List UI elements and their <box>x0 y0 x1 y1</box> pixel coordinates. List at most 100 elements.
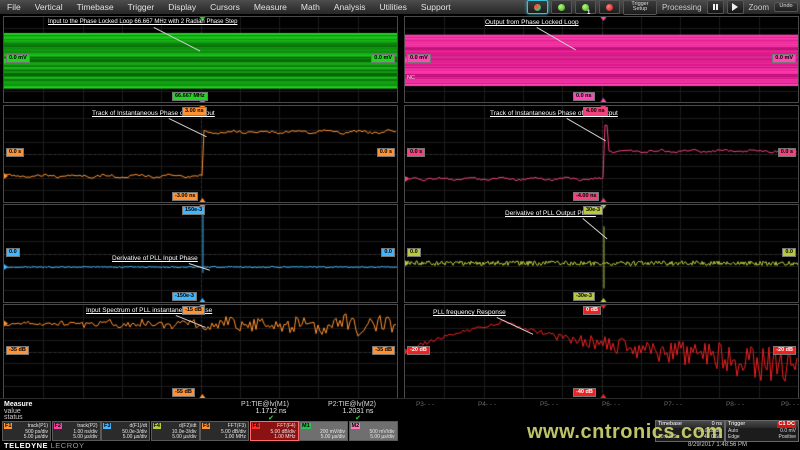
cursors-tool-icon[interactable] <box>527 0 548 14</box>
annotation-frequency-response: PLL frequency Response <box>433 309 506 316</box>
menu-items: FileVerticalTimebaseTriggerDisplayCursor… <box>0 2 458 12</box>
trace-tag-F4: F4 <box>153 423 161 429</box>
panel-derivative-output[interactable]: Derivative of PLL Output Phase 30e-3 -30… <box>404 204 799 303</box>
value-tag: 30e-3 <box>583 206 603 215</box>
red-tool-icon <box>606 4 613 11</box>
value-tag: 0.0 mV <box>6 54 30 63</box>
value-tag: -15 dB <box>182 306 205 315</box>
watermark: www.cntronics.com <box>527 421 724 444</box>
trace-scale-h: 1.00 MHz <box>274 434 295 440</box>
value-tag: -55 dB <box>172 388 195 397</box>
measure-param-3[interactable]: P3- - - <box>416 401 434 408</box>
menu-vertical[interactable]: Vertical <box>28 2 70 12</box>
play-button[interactable] <box>727 0 744 14</box>
descriptor-F4[interactable]: F4d(F2)/dt10.0e-3/div5.00 µs/div <box>151 421 200 441</box>
zoom-label: Zoom <box>747 3 771 12</box>
green-tool-icon <box>558 4 565 11</box>
menu-timebase[interactable]: Timebase <box>70 2 121 12</box>
waveform-canvas-pll-output[interactable] <box>405 17 798 102</box>
descriptor-F3[interactable]: F3d(F1)/dt50.0e-3/div5.00 µs/div <box>101 421 150 441</box>
trace-tag-F1: F1 <box>4 423 12 429</box>
menu-display[interactable]: Display <box>161 2 203 12</box>
descriptor-F5[interactable]: F5FFT(F3)5.00 dB/div1.00 MHz <box>200 421 249 441</box>
value-tag: 0.0 ns <box>573 92 595 101</box>
panel-input-spectrum[interactable]: Input Spectrum of PLL instantaneous phas… <box>3 304 398 399</box>
nc-label: NC <box>407 75 415 81</box>
value-tag: 0.0 s <box>377 148 395 157</box>
menu-analysis[interactable]: Analysis <box>327 2 373 12</box>
value-tag: 0.0 s <box>778 148 796 157</box>
measure-param-4[interactable]: P4- - - <box>478 401 496 408</box>
stop-tool-icon[interactable] <box>599 0 620 14</box>
measure-param-7[interactable]: P7- - - <box>664 401 682 408</box>
panel-pll-input-signal[interactable]: Input to the Phase Locked Loop 66.667 MH… <box>3 16 398 103</box>
descriptor-F6[interactable]: F6FFT(F4)5.00 dB/div1.00 MHz <box>250 421 299 441</box>
measure-param-2[interactable]: P2:TIE@lv(M2) <box>328 401 376 408</box>
panel-track-phase-input[interactable]: Track of Instantaneous Phase of PLL Inpu… <box>3 105 398 203</box>
menu-utilities[interactable]: Utilities <box>372 2 413 12</box>
annotation-pll-input: Input to the Phase Locked Loop 66.667 MH… <box>48 19 237 25</box>
waveform-canvas-input-spectrum[interactable] <box>4 305 397 398</box>
waveform-canvas-track-input[interactable] <box>4 106 397 202</box>
trace-tag-F2: F2 <box>54 423 62 429</box>
value-tag: -35 dB <box>372 346 395 355</box>
waveform-canvas-derivative-output[interactable] <box>405 205 798 302</box>
annotation-pll-output: Output from Phase Locked Loop <box>485 19 579 26</box>
pause-icon-bar2 <box>716 4 718 10</box>
waveform-canvas-track-output[interactable] <box>405 106 798 202</box>
trace-tag-F6: F6 <box>252 423 260 429</box>
menu-file[interactable]: File <box>0 2 28 12</box>
trace-scale-h: 5.00 µs/div <box>172 434 196 440</box>
menu-cursors[interactable]: Cursors <box>203 2 247 12</box>
processing-label: Processing <box>660 3 704 12</box>
waveform-canvas-pll-input[interactable] <box>4 17 397 102</box>
value-tag: 0.0 mV <box>772 54 796 63</box>
trace-tag-F3: F3 <box>103 423 111 429</box>
trace-scale-h: 5.00 µs/div <box>370 434 394 440</box>
descriptor-F2[interactable]: F2track(P2)1.00 ns/div5.00 µs/div <box>52 421 101 441</box>
value-tag: -3.00 ns <box>172 192 198 201</box>
measure-param-6[interactable]: P6- - - <box>602 401 620 408</box>
trace-tag-M1: M1 <box>301 423 311 429</box>
value-tag: 0.0 <box>407 248 421 257</box>
menu-measure[interactable]: Measure <box>247 2 294 12</box>
value-tag: 0.0 <box>381 248 395 257</box>
panel-pll-output-signal[interactable]: Output from Phase Locked Loop NC 0.0 ns … <box>404 16 799 103</box>
oscilloscope-screen: FileVerticalTimebaseTriggerDisplayCursor… <box>0 0 800 450</box>
measure-param-9[interactable]: P9- - - <box>781 401 799 408</box>
value-tag: -20 dB <box>407 346 430 355</box>
waveform-canvas-frequency-response[interactable] <box>405 305 798 398</box>
measure-param-1[interactable]: P1:TIE@lv(M1) <box>241 401 289 408</box>
measure-param-5[interactable]: P5- - - <box>540 401 558 408</box>
trigger-box[interactable]: Trigger C1 DC Auto 0.0 mV Edge Positive <box>725 420 799 442</box>
pause-button[interactable] <box>707 0 724 14</box>
menu-support[interactable]: Support <box>414 2 458 12</box>
descriptor-M1[interactable]: M1200 mV/div5.00 µs/div <box>299 421 348 441</box>
descriptor-M2[interactable]: M2500 mV/div5.00 µs/div <box>349 421 398 441</box>
value-tag: -30e-3 <box>573 292 595 301</box>
trace-scale-h: 5.00 µs/div <box>321 434 345 440</box>
waveform-canvas-derivative-input[interactable] <box>4 205 397 302</box>
multicolor-tool-icon <box>534 4 541 11</box>
measure-tool-icon[interactable] <box>551 0 572 14</box>
undo-button[interactable]: Undo <box>774 2 798 12</box>
value-tag: -4.00 ns <box>573 192 599 201</box>
measure-param-8[interactable]: P8- - - <box>726 401 744 408</box>
brand-lecroy: LECROY <box>51 441 85 450</box>
menu-math[interactable]: Math <box>294 2 327 12</box>
panel-derivative-input[interactable]: Derivative of PLL Input Phase 150e-3 -15… <box>3 204 398 303</box>
measure-row-label: Measure <box>4 401 32 408</box>
trigger-setup-button[interactable]: Trigger Setup <box>623 0 657 15</box>
value-tag: 66.667 MHz <box>172 92 208 101</box>
math-tool-icon[interactable]: 1 <box>575 0 596 14</box>
trace-tag-F5: F5 <box>202 423 210 429</box>
panel-frequency-response[interactable]: PLL frequency Response 0 dB -40 dB -20 d… <box>404 304 799 399</box>
trace-scale-h: 1.00 MHz <box>225 434 246 440</box>
trace-scale-h: 5.00 µs/div <box>73 434 97 440</box>
trace-scale-h: 5.00 µs/div <box>24 434 48 440</box>
menu-trigger[interactable]: Trigger <box>121 2 162 12</box>
descriptor-F1[interactable]: F1track(P1)500 ps/div5.00 µs/div <box>2 421 51 441</box>
annotation-derivative-input: Derivative of PLL Input Phase <box>112 255 198 262</box>
measure-table: Measure value status P1:TIE@lv(M1)1.1712… <box>0 398 800 421</box>
panel-track-phase-output[interactable]: Track of Instantaneous Phase of PLL Outp… <box>404 105 799 203</box>
